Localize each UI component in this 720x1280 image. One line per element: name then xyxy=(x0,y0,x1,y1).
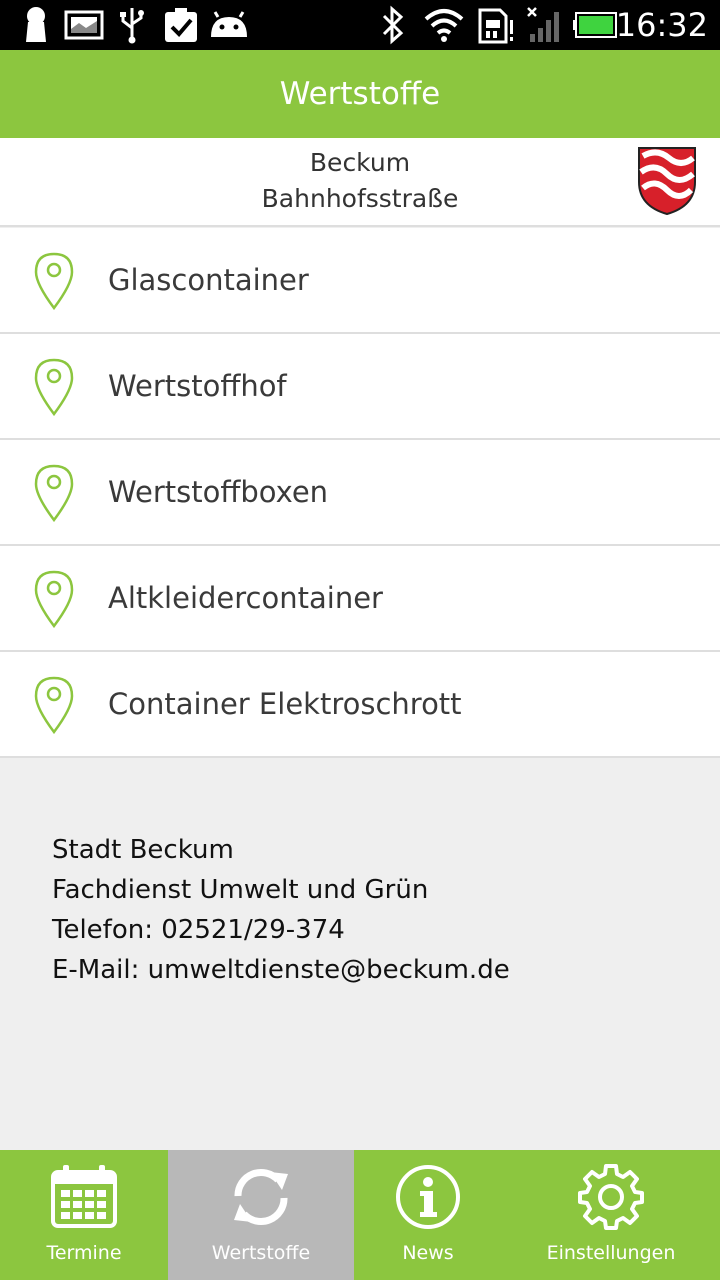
tab-einstellungen[interactable]: Einstellungen xyxy=(502,1150,720,1280)
wifi-icon xyxy=(422,6,466,44)
location-city: Beckum xyxy=(309,148,411,177)
map-pin-icon xyxy=(34,358,74,417)
bluetooth-icon xyxy=(378,5,408,45)
coat-of-arms-icon xyxy=(637,146,697,216)
calendar-icon xyxy=(49,1162,119,1232)
battery-icon xyxy=(572,6,620,44)
info-icon xyxy=(393,1162,463,1232)
list-item[interactable]: Glascontainer xyxy=(0,228,720,334)
list-item[interactable]: Wertstoffhof xyxy=(0,334,720,440)
list-item-label: Glascontainer xyxy=(108,263,309,297)
app-bar: Wertstoffe xyxy=(0,50,720,138)
map-pin-icon xyxy=(34,676,74,735)
list-item[interactable]: Altkleidercontainer xyxy=(0,546,720,652)
sim-alert-icon xyxy=(476,6,516,44)
tab-label: Wertstoffe xyxy=(211,1242,311,1264)
map-pin-icon xyxy=(34,252,74,311)
contact-organization: Stadt Beckum xyxy=(52,835,234,865)
status-bar: 16:32 xyxy=(0,0,720,50)
contact-info: Stadt Beckum Fachdienst Umwelt und Grün … xyxy=(52,830,692,990)
list-item-label: Wertstoffboxen xyxy=(108,475,329,509)
tab-news[interactable]: News xyxy=(354,1150,502,1280)
keyhole-icon xyxy=(20,6,52,44)
contact-email[interactable]: E-Mail: umweltdienste@beckum.de xyxy=(52,950,692,990)
bottom-tab-bar: Termine Wertstoffe News Einstellungen xyxy=(0,1150,720,1280)
signal-icon xyxy=(526,6,564,44)
tab-wertstoffe[interactable]: Wertstoffe xyxy=(168,1150,354,1280)
page-title: Wertstoffe xyxy=(279,76,441,112)
contact-department: Fachdienst Umwelt und Grün xyxy=(52,875,429,905)
contact-phone[interactable]: Telefon: 02521/29-374 xyxy=(52,910,692,950)
clipboard-check-icon xyxy=(162,6,200,44)
list-item-label: Altkleidercontainer xyxy=(108,581,383,615)
image-icon xyxy=(64,6,104,44)
location-street: Bahnhofsstraße xyxy=(261,184,459,213)
tab-label: Einstellungen xyxy=(546,1242,676,1264)
status-clock: 16:32 xyxy=(615,6,708,44)
refresh-icon xyxy=(226,1162,296,1232)
map-pin-icon xyxy=(34,464,74,523)
tab-label: Termine xyxy=(46,1242,122,1264)
map-pin-icon xyxy=(34,570,74,629)
list-item-label: Wertstoffhof xyxy=(108,369,287,403)
waste-type-list: Glascontainer Wertstoffhof Wertstoffboxe… xyxy=(0,228,720,758)
list-item[interactable]: Wertstoffboxen xyxy=(0,440,720,546)
list-item-label: Container Elektroschrott xyxy=(108,687,462,721)
location-header[interactable]: Beckum Bahnhofsstraße xyxy=(0,138,720,227)
android-icon xyxy=(208,6,250,44)
list-item[interactable]: Container Elektroschrott xyxy=(0,652,720,758)
gear-icon xyxy=(576,1162,646,1232)
tab-label: News xyxy=(402,1242,454,1264)
tab-termine[interactable]: Termine xyxy=(0,1150,168,1280)
usb-icon xyxy=(116,6,148,44)
